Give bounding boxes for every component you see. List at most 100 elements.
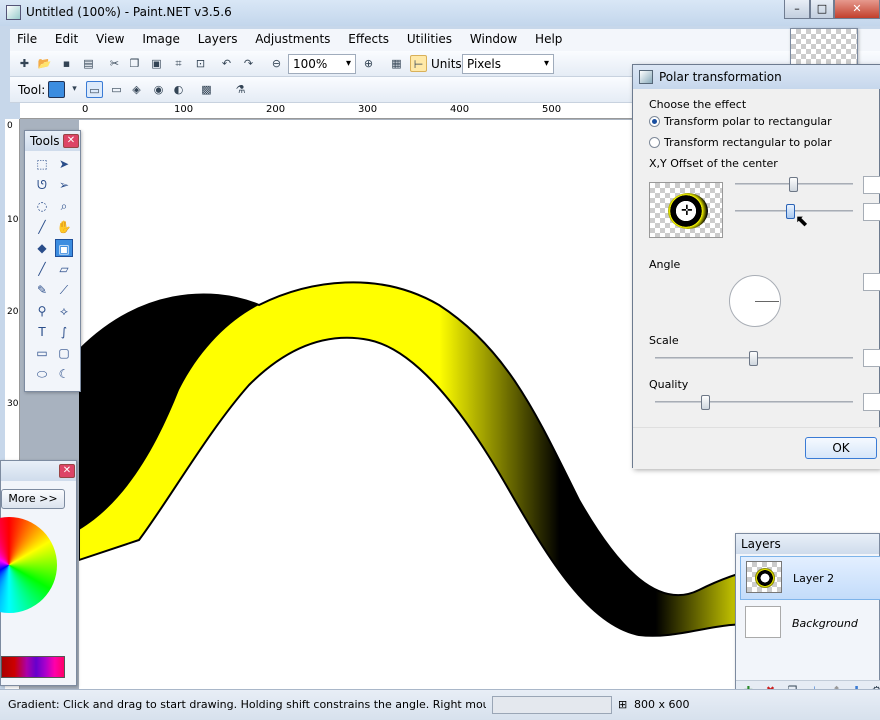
menu-adjustments[interactable]: Adjustments xyxy=(248,29,337,49)
zoom-dropdown[interactable]: 100% xyxy=(288,54,356,74)
rectangle-select-icon[interactable]: ⬚ xyxy=(33,155,51,173)
grid-icon[interactable]: ▦ xyxy=(388,55,405,72)
option-rect-to-polar-label[interactable]: Transform rectangular to polar xyxy=(664,136,832,149)
menu-utilities[interactable]: Utilities xyxy=(400,29,459,49)
conical-gradient-icon[interactable]: ◐ xyxy=(170,81,187,98)
option-polar-to-rect-label[interactable]: Transform polar to rectangular xyxy=(664,115,832,128)
color-wheel[interactable] xyxy=(0,517,57,613)
text-icon[interactable]: T xyxy=(33,323,51,341)
menu-image[interactable]: Image xyxy=(135,29,187,49)
offset-x-input[interactable] xyxy=(863,176,880,194)
menu-file[interactable]: File xyxy=(10,29,44,49)
menu-view[interactable]: View xyxy=(89,29,131,49)
colors-panel-close-icon[interactable]: ✕ xyxy=(59,464,75,478)
recolor-icon[interactable]: ⟡ xyxy=(55,302,73,320)
scale-slider[interactable] xyxy=(749,351,758,366)
choose-effect-label: Choose the effect xyxy=(649,98,747,111)
quality-track[interactable] xyxy=(655,401,853,403)
alpha-mode-icon[interactable]: ⚗ xyxy=(232,81,249,98)
ok-button[interactable]: OK xyxy=(805,437,877,459)
current-tool-gradient-icon[interactable] xyxy=(48,81,65,98)
zoom-in-icon[interactable]: ⊕ xyxy=(360,55,377,72)
units-dropdown[interactable]: Pixels xyxy=(462,54,554,74)
mouse-cursor-icon: ⬉ xyxy=(795,211,809,230)
offset-preview[interactable]: ✛ xyxy=(649,182,723,238)
palette-strip[interactable] xyxy=(1,656,65,678)
linear-gradient-icon[interactable]: ▭ xyxy=(86,81,103,98)
quality-input[interactable] xyxy=(863,393,880,411)
effect-plugin-icon xyxy=(639,70,653,84)
zoom-out-icon[interactable]: ⊖ xyxy=(268,55,285,72)
ellipse-select-icon[interactable]: ◌ xyxy=(33,197,51,215)
radio-rect-to-polar[interactable] xyxy=(649,137,660,148)
quality-slider[interactable] xyxy=(701,395,710,410)
rulers-icon[interactable]: ⊢ xyxy=(410,55,427,72)
rounded-rectangle-icon[interactable]: ▢ xyxy=(55,344,73,362)
save-icon[interactable]: ▪ xyxy=(58,55,75,72)
zoom-icon[interactable]: ⌕ xyxy=(55,197,73,215)
deselect-icon[interactable]: ⊡ xyxy=(192,55,209,72)
more-colors-button[interactable]: More >> xyxy=(1,489,65,509)
angle-dial[interactable] xyxy=(729,275,781,327)
redo-icon[interactable]: ↷ xyxy=(240,55,257,72)
diamond-gradient-icon[interactable]: ◈ xyxy=(128,81,145,98)
line-curve-icon[interactable]: ∫ xyxy=(55,323,73,341)
cut-icon[interactable]: ✂ xyxy=(106,55,123,72)
pencil-icon[interactable]: ✎ xyxy=(33,281,51,299)
crop-icon[interactable]: ⌗ xyxy=(170,55,187,72)
lasso-select-icon[interactable]: ᘎ xyxy=(33,176,51,194)
layer-thumbnail xyxy=(746,561,782,593)
menu-effects[interactable]: Effects xyxy=(341,29,396,49)
print-icon[interactable]: ▤ xyxy=(80,55,97,72)
maximize-button[interactable]: □ xyxy=(810,0,834,19)
gradient-tool-icon[interactable]: ▣ xyxy=(55,239,73,257)
ruler-tick: 300 xyxy=(358,104,378,115)
color-mode-icon[interactable]: ▩ xyxy=(198,81,215,98)
open-icon[interactable]: 📂 xyxy=(36,55,53,72)
tools-panel-close-icon[interactable]: ✕ xyxy=(63,134,79,148)
progress-bar xyxy=(492,696,612,714)
minimize-button[interactable]: – xyxy=(784,0,810,19)
freeform-shape-icon[interactable]: ☾ xyxy=(55,365,73,383)
move-selection-icon[interactable]: ➢ xyxy=(55,176,73,194)
move-selected-icon[interactable]: ➤ xyxy=(55,155,73,173)
menu-window[interactable]: Window xyxy=(463,29,524,49)
eraser-icon[interactable]: ▱ xyxy=(55,260,73,278)
layer-row-layer-2[interactable]: Layer 2 xyxy=(740,556,880,600)
menu-layers[interactable]: Layers xyxy=(191,29,245,49)
clone-stamp-icon[interactable]: ⚲ xyxy=(33,302,51,320)
layer-name: Background xyxy=(792,617,858,630)
rectangle-icon[interactable]: ▭ xyxy=(33,344,51,362)
menu-edit[interactable]: Edit xyxy=(48,29,85,49)
linear-reflected-icon[interactable]: ▭ xyxy=(108,81,125,98)
copy-icon[interactable]: ❐ xyxy=(126,55,143,72)
scale-input[interactable] xyxy=(863,349,880,367)
angle-input[interactable] xyxy=(863,273,880,291)
tool-dropdown-arrow-icon[interactable]: ▾ xyxy=(66,81,83,98)
radial-gradient-icon[interactable]: ◉ xyxy=(150,81,167,98)
paintbrush-icon[interactable]: ╱ xyxy=(33,260,51,278)
new-icon[interactable]: ✚ xyxy=(16,55,33,72)
status-bar: Gradient: Click and drag to start drawin… xyxy=(0,689,880,720)
layer-thumbnail-ring xyxy=(755,568,775,588)
layer-row-background[interactable]: Background xyxy=(740,602,880,646)
ruler-tick: 100 xyxy=(7,215,19,225)
offset-y-input[interactable] xyxy=(863,203,880,221)
layer-name: Layer 2 xyxy=(793,572,835,585)
menu-bar: File Edit View Image Layers Adjustments … xyxy=(10,29,880,51)
pan-icon[interactable]: ✋ xyxy=(55,218,73,236)
status-hint: Gradient: Click and drag to start drawin… xyxy=(8,698,486,711)
offset-x-slider[interactable] xyxy=(789,177,798,192)
window-title: Untitled (100%) - Paint.NET v3.5.6 xyxy=(26,5,232,19)
close-button[interactable]: ✕ xyxy=(834,0,880,19)
ellipse-icon[interactable]: ⬭ xyxy=(33,365,51,383)
menu-help[interactable]: Help xyxy=(528,29,569,49)
color-picker-icon[interactable]: ⟋ xyxy=(55,281,73,299)
radio-polar-to-rect[interactable] xyxy=(649,116,660,127)
magic-wand-icon[interactable]: ╱ xyxy=(33,218,51,236)
paint-bucket-icon[interactable]: ◆ xyxy=(33,239,51,257)
offset-y-slider[interactable] xyxy=(786,204,795,219)
paste-icon[interactable]: ▣ xyxy=(148,55,165,72)
ruler-tick: 0 xyxy=(82,104,89,115)
undo-icon[interactable]: ↶ xyxy=(218,55,235,72)
